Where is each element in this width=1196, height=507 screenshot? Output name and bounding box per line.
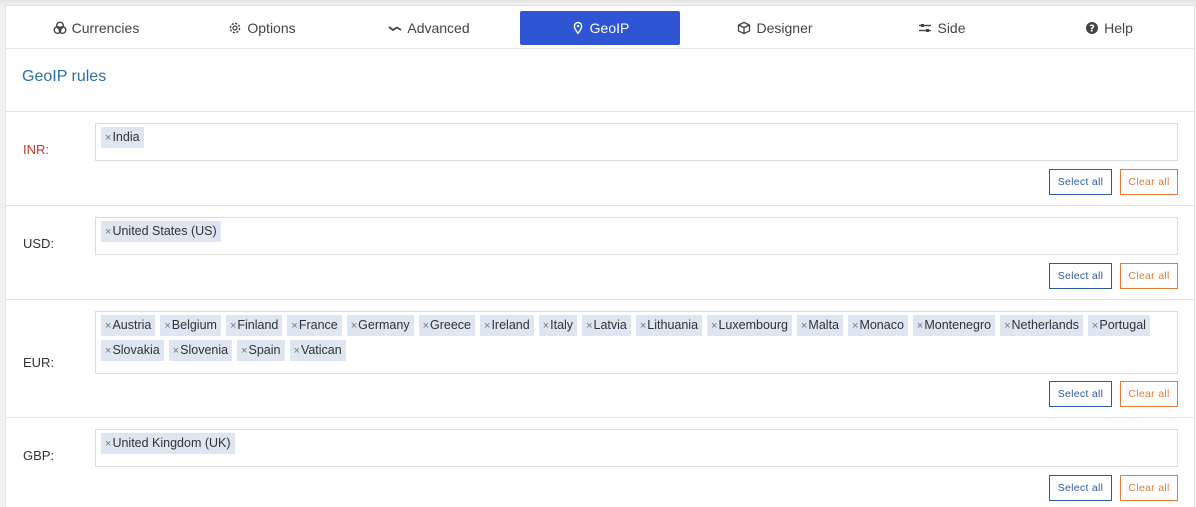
remove-icon[interactable]: ×	[423, 320, 429, 332]
settings-panel: Currencies Options Advanced GeoIP Design…	[5, 5, 1195, 507]
country-chip[interactable]: ×Ireland	[480, 315, 534, 336]
remove-icon[interactable]: ×	[105, 226, 111, 238]
country-chip[interactable]: ×United Kingdom (UK)	[101, 433, 235, 454]
clear-all-button[interactable]: Clear all	[1120, 475, 1178, 501]
country-chip[interactable]: ×France	[287, 315, 342, 336]
country-chip[interactable]: ×India	[101, 127, 144, 148]
currency-label-usd: USD:	[23, 236, 55, 251]
remove-icon[interactable]: ×	[105, 320, 111, 332]
country-chip[interactable]: ×Slovenia	[168, 340, 233, 361]
remove-icon[interactable]: ×	[917, 320, 923, 332]
remove-icon[interactable]: ×	[105, 438, 111, 450]
remove-icon[interactable]: ×	[1092, 320, 1098, 332]
select-all-button[interactable]: Select all	[1049, 169, 1112, 195]
country-chip[interactable]: ×Lithuania	[635, 315, 703, 336]
country-chip[interactable]: ×Spain	[237, 340, 285, 361]
tab-bar: Currencies Options Advanced GeoIP Design…	[6, 6, 1194, 49]
country-chip[interactable]: ×Germany	[346, 315, 414, 336]
remove-icon[interactable]: ×	[1004, 320, 1010, 332]
clear-all-button[interactable]: Clear all	[1120, 263, 1178, 289]
page-title: GeoIP rules	[22, 68, 107, 85]
country-chip[interactable]: ×Italy	[538, 315, 578, 336]
tab-label: Advanced	[407, 20, 470, 36]
remove-icon[interactable]: ×	[230, 320, 236, 332]
remove-icon[interactable]: ×	[852, 320, 858, 332]
divider	[6, 111, 1194, 112]
remove-icon[interactable]: ×	[543, 320, 549, 332]
country-chip[interactable]: ×Netherlands	[1000, 315, 1083, 336]
tab-help[interactable]: ? Help	[1029, 11, 1189, 45]
country-chip[interactable]: ×Latvia	[582, 315, 631, 336]
country-select-inr[interactable]: ×India	[95, 123, 1178, 161]
select-all-button[interactable]: Select all	[1049, 475, 1112, 501]
tab-label: Help	[1104, 20, 1133, 36]
country-chip[interactable]: ×Malta	[796, 315, 843, 336]
sliders-icon	[918, 21, 932, 35]
remove-icon[interactable]: ×	[173, 345, 179, 357]
remove-icon[interactable]: ×	[291, 320, 297, 332]
country-chip[interactable]: ×Monaco	[848, 315, 908, 336]
remove-icon[interactable]: ×	[351, 320, 357, 332]
remove-icon[interactable]: ×	[586, 320, 592, 332]
country-chip[interactable]: ×Portugal	[1087, 315, 1150, 336]
chart-line-icon	[388, 21, 402, 35]
country-chip[interactable]: ×Austria	[101, 315, 156, 336]
country-chip[interactable]: ×Belgium	[160, 315, 221, 336]
remove-icon[interactable]: ×	[294, 345, 300, 357]
remove-icon[interactable]: ×	[164, 320, 170, 332]
remove-icon[interactable]: ×	[801, 320, 807, 332]
tab-label: Options	[247, 20, 296, 36]
remove-icon[interactable]: ×	[484, 320, 490, 332]
tab-label: Side	[937, 20, 966, 36]
tab-options[interactable]: Options	[182, 11, 342, 45]
remove-icon[interactable]: ×	[105, 345, 111, 357]
country-chip[interactable]: ×Montenegro	[912, 315, 996, 336]
country-chip[interactable]: ×Finland	[225, 315, 283, 336]
currency-label-eur: EUR:	[23, 355, 55, 370]
map-pin-icon	[571, 21, 585, 35]
coins-icon	[53, 21, 67, 35]
tab-side[interactable]: Side	[862, 11, 1022, 45]
currency-label-gbp: GBP:	[23, 448, 55, 463]
select-all-button[interactable]: Select all	[1049, 263, 1112, 289]
divider	[6, 417, 1194, 418]
clear-all-button[interactable]: Clear all	[1120, 381, 1178, 407]
divider	[6, 299, 1194, 300]
country-chip[interactable]: ×Luxembourg	[707, 315, 792, 336]
country-select-usd[interactable]: ×United States (US)	[95, 217, 1178, 255]
country-select-gbp[interactable]: ×United Kingdom (UK)	[95, 429, 1178, 467]
question-circle-icon: ?	[1085, 21, 1099, 35]
select-all-button[interactable]: Select all	[1049, 381, 1112, 407]
country-chip[interactable]: ×Slovakia	[101, 340, 164, 361]
divider	[6, 205, 1194, 206]
remove-icon[interactable]: ×	[105, 132, 111, 144]
remove-icon[interactable]: ×	[711, 320, 717, 332]
tab-label: Currencies	[71, 20, 140, 36]
svg-text:?: ?	[1089, 24, 1095, 35]
country-chip[interactable]: ×Greece	[418, 315, 476, 336]
gear-icon	[228, 21, 242, 35]
tab-geoip[interactable]: GeoIP	[520, 11, 680, 45]
tab-advanced[interactable]: Advanced	[349, 11, 509, 45]
remove-icon[interactable]: ×	[640, 320, 646, 332]
country-select-eur[interactable]: ×Austria ×Belgium ×Finland ×France ×Germ…	[95, 311, 1178, 374]
tab-label: Designer	[756, 20, 813, 36]
cube-icon	[737, 21, 751, 35]
country-chip[interactable]: ×United States (US)	[101, 221, 221, 242]
remove-icon[interactable]: ×	[241, 345, 247, 357]
currency-label-inr: INR:	[23, 142, 49, 157]
tab-designer[interactable]: Designer	[695, 11, 855, 45]
country-chip[interactable]: ×Vatican	[289, 340, 346, 361]
tab-label: GeoIP	[589, 20, 630, 36]
clear-all-button[interactable]: Clear all	[1120, 169, 1178, 195]
tab-currencies[interactable]: Currencies	[16, 11, 176, 45]
